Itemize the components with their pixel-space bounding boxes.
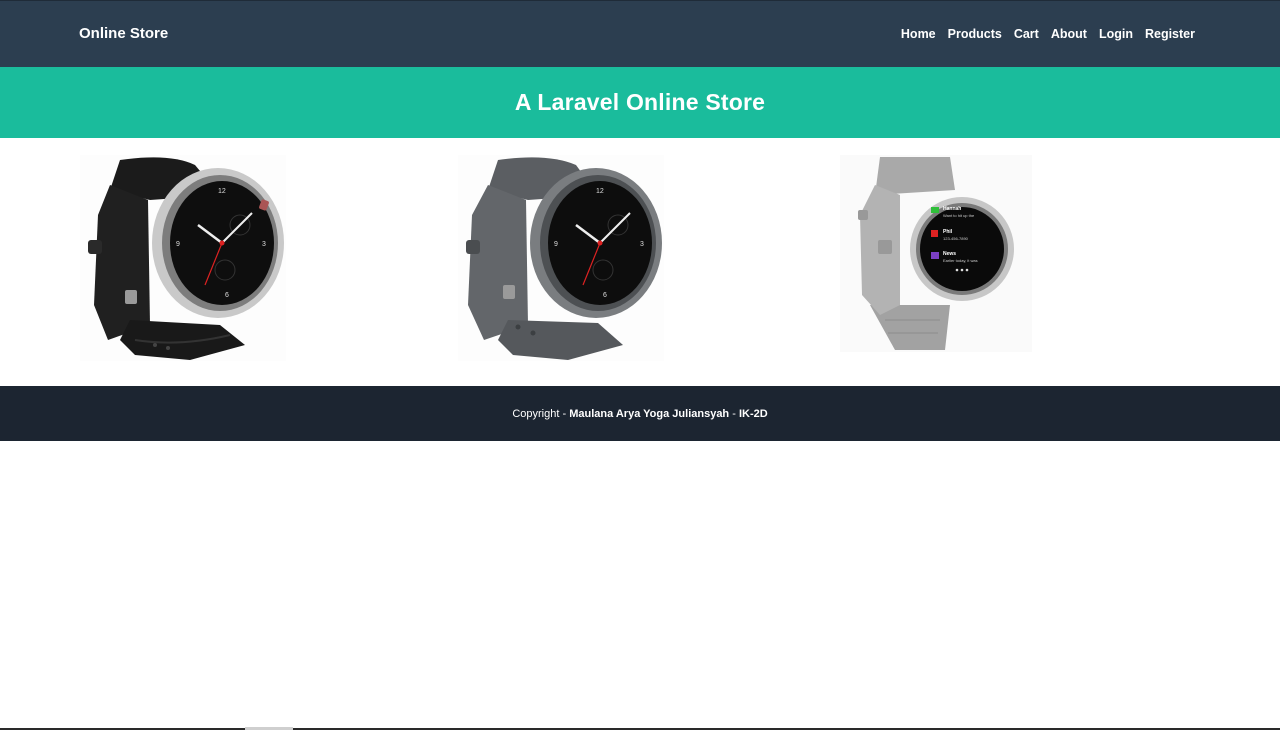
hero-title: A Laravel Online Store [514, 89, 766, 115]
svg-text:6: 6 [225, 292, 229, 299]
news-icon [931, 252, 939, 259]
svg-text:3: 3 [640, 241, 644, 248]
nav-link-login[interactable]: Login [1099, 27, 1133, 41]
navbar: Online Store Home Products Cart About Lo… [0, 0, 1280, 67]
nav-link-cart[interactable]: Cart [1014, 27, 1039, 41]
footer-author: Maulana Arya Yoga Juliansyah [569, 407, 730, 420]
screen-item-3-subtitle: Earlier today, it was [943, 258, 978, 263]
svg-text:9: 9 [176, 241, 180, 248]
screen-item-1-subtitle: Want to hit up the [943, 213, 975, 218]
footer-text: Copyright - Maulana Arya Yoga Juliansyah… [512, 408, 767, 420]
nav-links: Home Products Cart About Login Register [901, 27, 1195, 41]
svg-text:12: 12 [596, 188, 604, 195]
nav-link-products[interactable]: Products [948, 27, 1002, 41]
svg-text:3: 3 [262, 241, 266, 248]
nav-link-home[interactable]: Home [901, 27, 936, 41]
brand-link[interactable]: Online Store [79, 25, 168, 42]
footer: Copyright - Maulana Arya Yoga Juliansyah… [0, 386, 1280, 441]
nav-link-register[interactable]: Register [1145, 27, 1195, 41]
screen-item-2-title: Phil [943, 229, 953, 235]
product-grid: 12 3 9 6 12 3 9 6 Hannah Want to hit up … [0, 138, 1280, 386]
product-card-2[interactable]: 12 3 9 6 [458, 155, 664, 361]
screen-item-3-title: News [943, 251, 956, 257]
product-card-3[interactable]: Hannah Want to hit up the Phil 123-456-7… [840, 155, 1032, 352]
svg-text:6: 6 [603, 292, 607, 299]
phone-icon [931, 230, 938, 237]
footer-prefix: Copyright - [512, 407, 570, 420]
grey-smartwatch-image[interactable]: 12 3 9 6 [458, 155, 664, 361]
screen-item-2-subtitle: 123-456-7890 [943, 236, 969, 241]
hero-banner: A Laravel Online Store [0, 67, 1280, 138]
product-card-1[interactable]: 12 3 9 6 [80, 155, 286, 361]
message-icon [931, 207, 939, 213]
screen-item-1-title: Hannah [943, 206, 961, 212]
footer-class: IK-2D [738, 407, 768, 420]
svg-text:9: 9 [554, 241, 558, 248]
nav-link-about[interactable]: About [1051, 27, 1087, 41]
footer-separator: - [729, 407, 739, 420]
svg-text:12: 12 [218, 188, 226, 195]
silver-smartwatch-image[interactable]: Hannah Want to hit up the Phil 123-456-7… [840, 155, 1032, 352]
black-smartwatch-image[interactable]: 12 3 9 6 [80, 155, 286, 361]
